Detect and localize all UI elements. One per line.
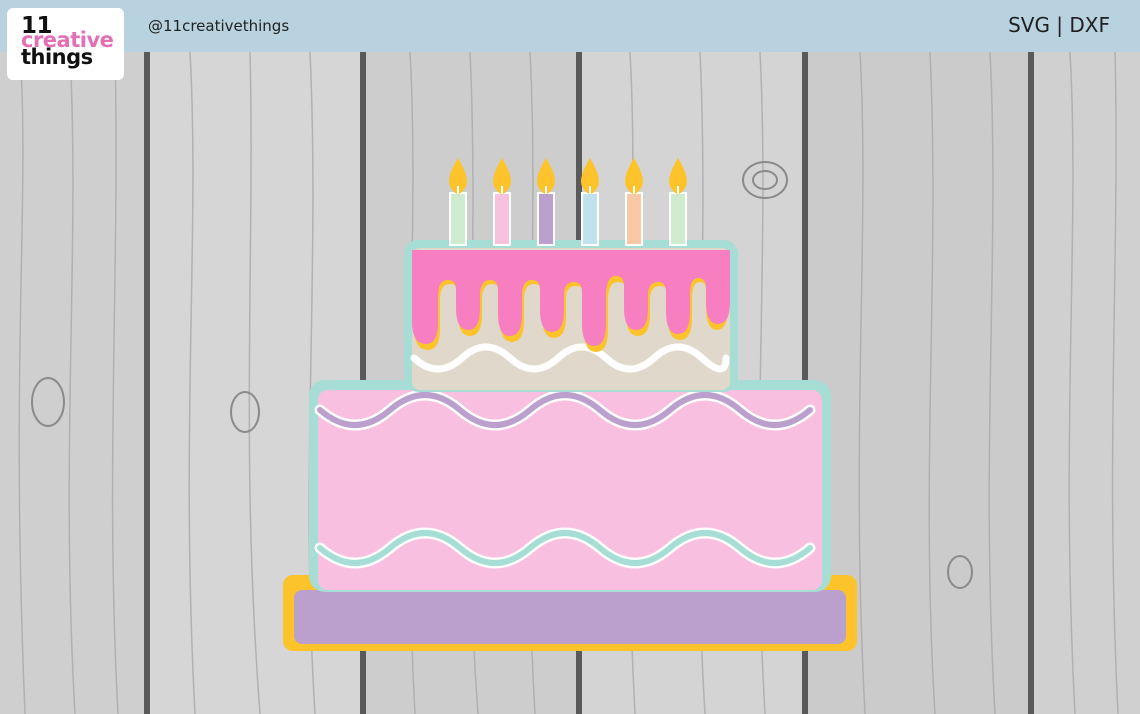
brand-logo: 11 creative things xyxy=(7,8,124,80)
candle-5 xyxy=(625,158,643,246)
candle-6 xyxy=(669,158,687,246)
candle-1 xyxy=(449,158,467,246)
birthday-cake-illustration xyxy=(283,158,857,651)
logo-line-things: things xyxy=(21,45,93,69)
candle-2 xyxy=(493,158,511,246)
candle-4 xyxy=(581,158,599,246)
candle-3 xyxy=(537,158,555,246)
candle-row xyxy=(449,158,687,246)
cake-plate xyxy=(294,590,846,644)
